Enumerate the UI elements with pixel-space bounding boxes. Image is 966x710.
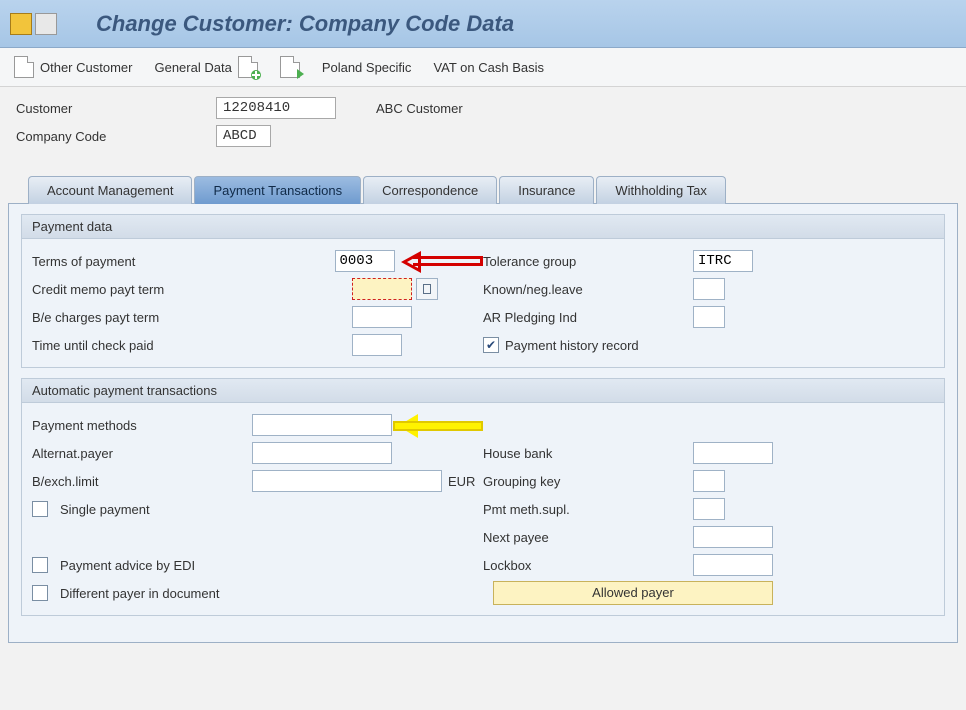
tabstrip: Account Management Payment Transactions … bbox=[8, 175, 958, 203]
app-icon bbox=[10, 8, 66, 40]
next-payee-field[interactable] bbox=[693, 526, 773, 548]
customer-field[interactable] bbox=[216, 97, 336, 119]
header-fields: Customer ABC Customer Company Code bbox=[0, 87, 966, 157]
credit-memo-f4-help[interactable] bbox=[416, 278, 438, 300]
alt-payer-label: Alternat.payer bbox=[32, 446, 252, 461]
payment-data-title: Payment data bbox=[22, 215, 944, 239]
tab-payment-transactions[interactable]: Payment Transactions bbox=[194, 176, 361, 204]
poland-specific-label: Poland Specific bbox=[322, 60, 412, 75]
single-payment-label: Single payment bbox=[60, 502, 150, 517]
vat-cash-button[interactable]: VAT on Cash Basis bbox=[433, 60, 544, 75]
pmt-meth-supl-label: Pmt meth.supl. bbox=[483, 502, 693, 517]
payment-history-label: Payment history record bbox=[505, 338, 639, 353]
terms-of-payment-label: Terms of payment bbox=[32, 254, 252, 269]
yellow-arrow-annotation bbox=[398, 414, 483, 436]
next-payee-label: Next payee bbox=[483, 530, 693, 545]
be-charges-label: B/e charges payt term bbox=[32, 310, 252, 325]
bexch-limit-field[interactable] bbox=[252, 470, 442, 492]
house-bank-label: House bank bbox=[483, 446, 693, 461]
allowed-payer-button[interactable]: Allowed payer bbox=[493, 581, 773, 605]
general-data-label: General Data bbox=[154, 60, 231, 75]
lockbox-label: Lockbox bbox=[483, 558, 693, 573]
other-customer-label: Other Customer bbox=[40, 60, 132, 75]
tab-correspondence[interactable]: Correspondence bbox=[363, 176, 497, 204]
pmt-meth-supl-field[interactable] bbox=[693, 498, 725, 520]
general-data-button[interactable]: General Data bbox=[154, 56, 257, 78]
tolerance-group-label: Tolerance group bbox=[483, 254, 693, 269]
automatic-payment-group: Automatic payment transactions Payment m… bbox=[21, 378, 945, 616]
tab-account-management[interactable]: Account Management bbox=[28, 176, 192, 204]
payment-methods-field[interactable] bbox=[252, 414, 392, 436]
house-bank-field[interactable] bbox=[693, 442, 773, 464]
page-add-icon bbox=[238, 56, 258, 78]
ar-pledging-field[interactable] bbox=[693, 306, 725, 328]
customer-label: Customer bbox=[16, 101, 216, 116]
payment-data-group: Payment data Terms of payment Tolerance … bbox=[21, 214, 945, 368]
terms-of-payment-field[interactable] bbox=[335, 250, 395, 272]
payment-advice-edi-checkbox[interactable] bbox=[32, 557, 48, 573]
f4-icon bbox=[423, 284, 431, 294]
tab-insurance[interactable]: Insurance bbox=[499, 176, 594, 204]
alt-payer-field[interactable] bbox=[252, 442, 392, 464]
time-check-field[interactable] bbox=[352, 334, 402, 356]
tab-body: Payment data Terms of payment Tolerance … bbox=[8, 203, 958, 643]
vat-cash-label: VAT on Cash Basis bbox=[433, 60, 544, 75]
customer-name: ABC Customer bbox=[376, 101, 463, 116]
payment-methods-label: Payment methods bbox=[32, 418, 252, 433]
red-arrow-annotation bbox=[401, 250, 484, 272]
known-neg-field[interactable] bbox=[693, 278, 725, 300]
other-customer-button[interactable]: Other Customer bbox=[14, 56, 132, 78]
page-title: Change Customer: Company Code Data bbox=[96, 11, 514, 37]
be-charges-field[interactable] bbox=[352, 306, 412, 328]
known-neg-label: Known/neg.leave bbox=[483, 282, 693, 297]
company-code-field[interactable] bbox=[216, 125, 271, 147]
tolerance-group-field[interactable] bbox=[693, 250, 753, 272]
credit-memo-field[interactable] bbox=[352, 278, 412, 300]
grouping-key-field[interactable] bbox=[693, 470, 725, 492]
application-toolbar: Other Customer General Data Poland Speci… bbox=[0, 48, 966, 87]
credit-memo-label: Credit memo payt term bbox=[32, 282, 252, 297]
bexch-unit: EUR bbox=[448, 474, 475, 489]
payment-advice-edi-label: Payment advice by EDI bbox=[60, 558, 195, 573]
grouping-key-label: Grouping key bbox=[483, 474, 693, 489]
page-forward-button[interactable] bbox=[280, 56, 300, 78]
different-payer-label: Different payer in document bbox=[60, 586, 219, 601]
automatic-payment-title: Automatic payment transactions bbox=[22, 379, 944, 403]
different-payer-checkbox[interactable] bbox=[32, 585, 48, 601]
single-payment-checkbox[interactable] bbox=[32, 501, 48, 517]
bexch-limit-label: B/exch.limit bbox=[32, 474, 252, 489]
payment-history-checkbox[interactable] bbox=[483, 337, 499, 353]
time-check-label: Time until check paid bbox=[32, 338, 252, 353]
company-code-label: Company Code bbox=[16, 129, 216, 144]
lockbox-field[interactable] bbox=[693, 554, 773, 576]
tab-withholding-tax[interactable]: Withholding Tax bbox=[596, 176, 726, 204]
ar-pledging-label: AR Pledging Ind bbox=[483, 310, 693, 325]
title-bar: Change Customer: Company Code Data bbox=[0, 0, 966, 48]
other-customer-icon bbox=[14, 56, 34, 78]
page-forward-icon bbox=[280, 56, 300, 78]
poland-specific-button[interactable]: Poland Specific bbox=[322, 60, 412, 75]
